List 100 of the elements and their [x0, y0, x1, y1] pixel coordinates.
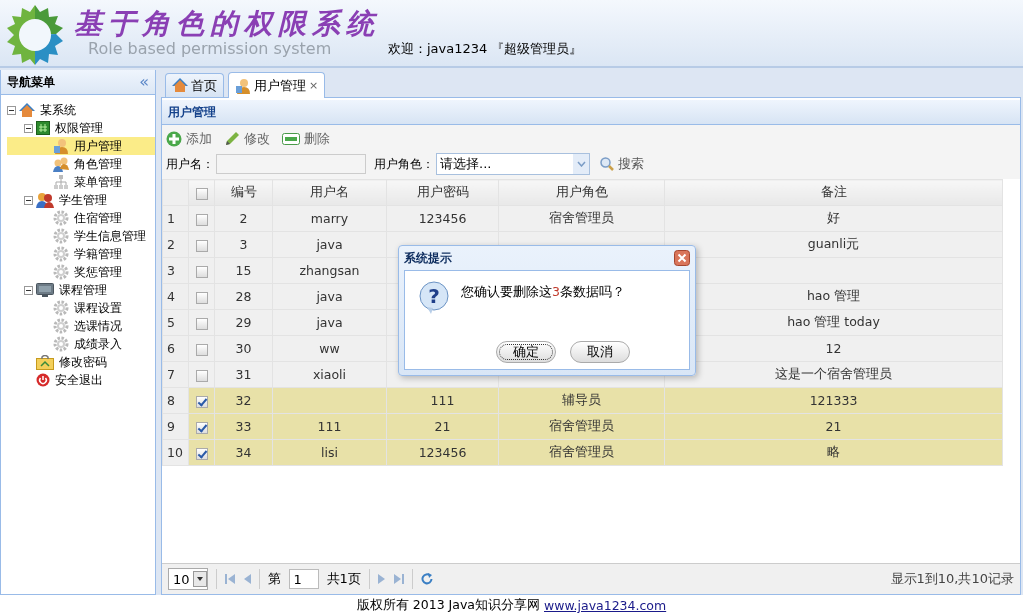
pager-label: 共1页	[326, 570, 361, 588]
page-number-field[interactable]: 1	[288, 569, 319, 589]
pager-summary: 显示1到10,共10记录	[890, 570, 1014, 588]
tree-item[interactable]: 某系统	[38, 101, 78, 119]
row-number: 9	[162, 413, 189, 440]
checkbox[interactable]	[195, 395, 208, 408]
system-subtitle: Role based permission system	[88, 40, 333, 58]
last-page-icon[interactable]	[393, 574, 404, 584]
table-cell: 123456	[386, 205, 499, 232]
refresh-icon[interactable]	[420, 573, 433, 585]
table-cell: xiaoli	[272, 361, 387, 388]
chevron-down-icon	[576, 161, 586, 167]
tree-item[interactable]: 成绩录入	[72, 335, 124, 353]
table-cell: 21	[664, 413, 1003, 440]
user-icon	[235, 77, 251, 94]
tree-item[interactable]: 奖惩管理	[72, 263, 124, 281]
close-icon[interactable]	[674, 250, 690, 266]
field-label: 用户角色：	[374, 155, 434, 173]
checkbox[interactable]	[195, 291, 208, 304]
page-size-dropdown[interactable]: 10	[168, 568, 208, 590]
collapse-toggle-icon[interactable]	[24, 195, 33, 205]
row-number: 2	[162, 231, 189, 258]
gear-icon	[53, 264, 69, 280]
column-header[interactable]: 用户名	[272, 179, 387, 206]
tree-item[interactable]: 角色管理	[72, 155, 124, 173]
tree-item[interactable]: 菜单管理	[72, 173, 124, 191]
house-icon	[172, 78, 188, 93]
column-header[interactable]: 用户角色	[498, 179, 665, 206]
checkbox[interactable]	[195, 187, 208, 200]
checkbox[interactable]	[195, 239, 208, 252]
tree-item[interactable]: 选课情况	[72, 317, 124, 335]
column-header[interactable]: 编号	[214, 179, 273, 206]
row-number: 1	[162, 205, 189, 232]
user-icon	[53, 138, 69, 154]
checkbox[interactable]	[195, 369, 208, 382]
tree-item[interactable]: 修改密码	[57, 353, 109, 371]
close-icon[interactable]: ×	[309, 79, 319, 92]
table-cell: 辅导员	[498, 387, 665, 414]
table-cell: marry	[272, 205, 387, 232]
tree-item[interactable]: 安全退出	[53, 371, 105, 389]
table-cell: java	[272, 309, 387, 336]
row-number: 8	[162, 387, 189, 414]
tree-item[interactable]: 课程设置	[72, 299, 124, 317]
toolbar-button[interactable]: 添加	[166, 130, 212, 148]
collapse-toggle-icon[interactable]	[24, 285, 33, 295]
checkbox[interactable]	[195, 317, 208, 330]
gear-icon	[53, 300, 69, 316]
table-cell: 111	[386, 387, 499, 414]
tree-item[interactable]: 学生信息管理	[72, 227, 148, 245]
copyright-text: 版权所有 2013 Java知识分享网	[356, 597, 540, 614]
table-cell: 121333	[664, 387, 1003, 414]
tree-item[interactable]: 学籍管理	[72, 245, 124, 263]
field-label: 用户名：	[166, 155, 214, 173]
column-header[interactable]: 用户密码	[386, 179, 499, 206]
toolbar-button[interactable]: 修改	[224, 130, 270, 148]
first-page-icon[interactable]	[224, 574, 235, 584]
checkbox[interactable]	[195, 447, 208, 460]
checkbox[interactable]	[195, 343, 208, 356]
role-dropdown[interactable]: 请选择...	[436, 153, 590, 175]
table-cell: 123456	[386, 439, 499, 466]
gear-icon	[53, 228, 69, 244]
panel-title: 导航菜单	[7, 73, 55, 91]
panel-title: 用户管理	[162, 100, 1020, 125]
row-number: 6	[162, 335, 189, 362]
house-icon	[19, 102, 35, 118]
pager-label: 第	[267, 570, 281, 588]
pencil-icon	[224, 131, 240, 147]
row-number: 5	[162, 309, 189, 336]
tab[interactable]: 首页	[165, 73, 224, 97]
next-page-icon[interactable]	[377, 574, 386, 584]
checkbox[interactable]	[195, 421, 208, 434]
minus-icon	[282, 133, 300, 145]
system-title: 基于角色的权限系统	[74, 8, 380, 40]
monitor-icon	[36, 283, 54, 297]
search-icon	[600, 157, 614, 171]
table-cell: 111	[272, 413, 387, 440]
collapse-toggle-icon[interactable]	[7, 105, 16, 115]
checkbox[interactable]	[195, 265, 208, 278]
tree-item[interactable]: 权限管理	[53, 119, 105, 137]
website-link[interactable]: www.java1234.com	[544, 598, 667, 613]
tree-item[interactable]: 课程管理	[57, 281, 109, 299]
sitemap-icon	[53, 175, 69, 189]
username-field[interactable]	[216, 154, 366, 174]
toolbar-button[interactable]: 删除	[282, 130, 330, 148]
previous-page-icon[interactable]	[242, 574, 251, 584]
dialog-button[interactable]: 取消	[570, 341, 630, 363]
column-header[interactable]: 备注	[664, 179, 1003, 206]
collapse-toggle-icon[interactable]	[24, 123, 33, 133]
lock-folder-icon	[36, 354, 54, 370]
caret-down-icon	[192, 571, 207, 587]
people-icon	[36, 192, 54, 208]
table-cell: lisi	[272, 439, 387, 466]
row-number: 4	[162, 283, 189, 310]
tab[interactable]: 用户管理 ×	[228, 72, 326, 98]
table-cell: 略	[664, 439, 1003, 466]
tree-item[interactable]: 学生管理	[57, 191, 109, 209]
dialog-button[interactable]: 确定	[496, 341, 556, 363]
search-button[interactable]: 搜索	[600, 155, 644, 173]
checkbox[interactable]	[195, 213, 208, 226]
tree-item[interactable]: 住宿管理	[72, 209, 124, 227]
